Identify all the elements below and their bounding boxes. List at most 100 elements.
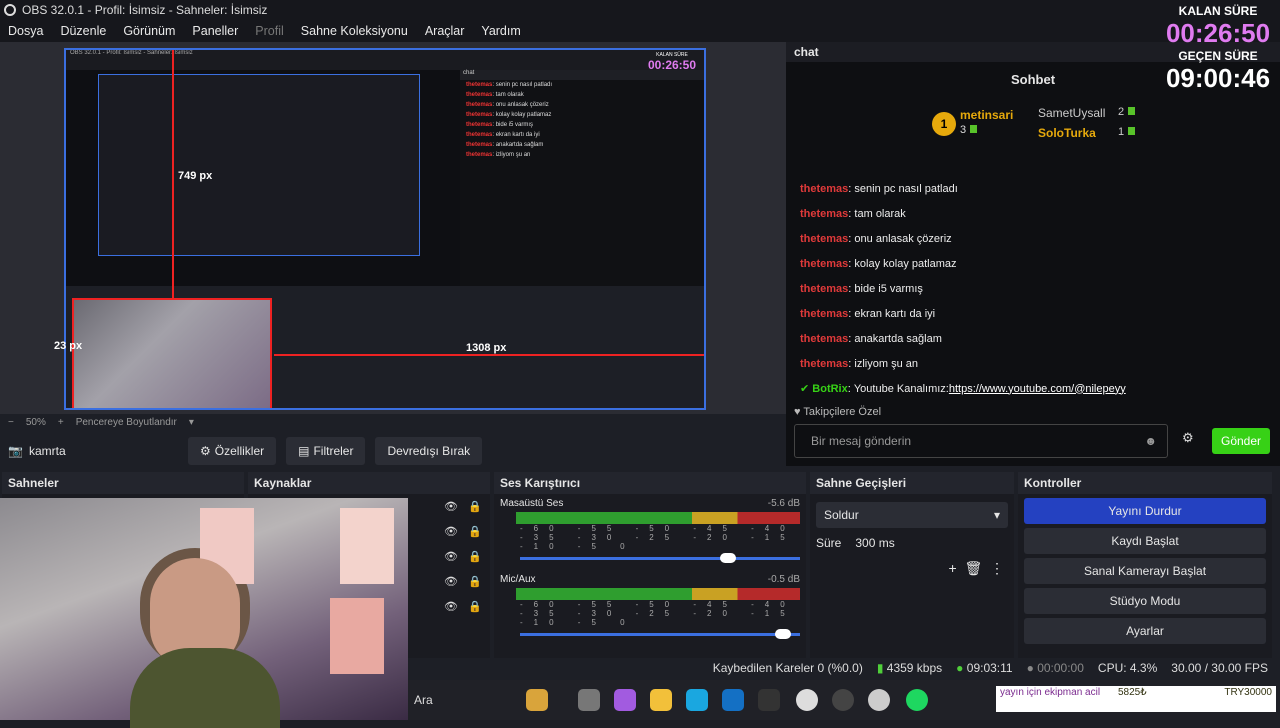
dropped-frames: Kaybedilen Kareler 0 (%0.0) — [712, 661, 863, 675]
eye-icon[interactable]: 👁 — [444, 600, 458, 625]
lock-icon[interactable]: 🔒 — [468, 500, 482, 525]
menu-item-gorunum[interactable]: Görünüm — [123, 24, 175, 38]
bot-message: ✔ BotRix: Youtube Kanalımız: https://www… — [800, 382, 1126, 396]
menu-bar: Dosya Düzenle Görünüm Paneller Profil Sa… — [0, 20, 1280, 42]
outlook-icon[interactable] — [722, 689, 744, 711]
lock-icon[interactable]: 🔒 — [468, 525, 482, 550]
stream-time: ● 09:03:11 — [956, 661, 1013, 675]
menu-item-sahne-koleksiyonu[interactable]: Sahne Koleksiyonu — [301, 24, 408, 38]
properties-button[interactable]: ⚙ Özellikler — [188, 437, 277, 465]
preview-area[interactable]: OBS 32.0.1 - Profil: İsimsiz - Sahneler:… — [0, 42, 786, 414]
emoji-icon[interactable]: ☻ — [1144, 434, 1157, 448]
leader-count: 3 — [960, 124, 978, 136]
list-item: thetemas: senin pc nasıl patladı — [800, 182, 958, 195]
store-icon[interactable] — [758, 689, 780, 711]
third-name: SoloTurka — [1038, 126, 1096, 140]
list-item: thetemas: tam olarak — [800, 207, 906, 220]
chrome-icon[interactable] — [796, 689, 818, 711]
transition-tools: + 🗑 ⋮ — [948, 560, 1004, 577]
leader-name: metinsari — [960, 108, 1014, 122]
menu-item-profil[interactable]: Profil — [255, 24, 283, 38]
eye-icon[interactable]: 👁 — [444, 525, 458, 550]
remaining-time: 00:26:50 — [1165, 18, 1271, 48]
zoom-minus-icon[interactable]: − — [8, 417, 14, 428]
menu-item-dosya[interactable]: Dosya — [8, 24, 43, 38]
fit-window-label[interactable]: Pencereye Boyutlandır — [76, 417, 177, 428]
preview-canvas[interactable]: OBS 32.0.1 - Profil: İsimsiz - Sahneler:… — [64, 48, 706, 410]
add-icon[interactable]: + — [948, 560, 956, 576]
measure-left: 23 px — [54, 340, 83, 352]
menu-item-araclar[interactable]: Araçlar — [425, 24, 465, 38]
virtual-camera-button[interactable]: Sanal Kamerayı Başlat — [1024, 558, 1266, 584]
more-icon[interactable]: ⋮ — [990, 560, 1004, 576]
chevron-down-icon[interactable]: ▾ — [189, 417, 194, 428]
settings-button[interactable]: Ayarlar — [1024, 618, 1266, 644]
disable-button[interactable]: Devredışı Bırak — [375, 437, 483, 465]
source-name: 📷 kamrta — [8, 444, 66, 458]
mixer-channel-mic: Mic/Aux -0.5 dB -60 -55 -50 -45 -40 -35 -… — [494, 570, 806, 640]
chrome-icon[interactable] — [868, 689, 890, 711]
app-icon[interactable] — [578, 689, 600, 711]
filters-button[interactable]: ▤ Filtreler — [286, 437, 366, 465]
filter-icon: ▤ — [298, 444, 310, 458]
nested-chat: chat thetemas: senin pc nasıl patladı th… — [460, 70, 704, 290]
studio-mode-button[interactable]: Stüdyo Modu — [1024, 588, 1266, 614]
list-item: thetemas: ekran kartı da iyi — [800, 307, 936, 320]
youtube-link[interactable]: https://www.youtube.com/@nilepeyy — [949, 383, 1126, 395]
stop-stream-button[interactable]: Yayını Durdur — [1024, 498, 1266, 524]
webcam-overlay — [0, 498, 408, 728]
lock-icon[interactable]: 🔒 — [468, 575, 482, 600]
volume-slider[interactable] — [520, 553, 800, 563]
taskbar-search[interactable]: Ara — [414, 693, 433, 707]
menu-item-duzenle[interactable]: Düzenle — [60, 24, 106, 38]
list-item: thetemas: bide i5 varmış — [800, 282, 923, 295]
folder-icon[interactable] — [650, 689, 672, 711]
gear-icon: ⚙ — [200, 444, 211, 458]
bitrate: ▮ 4359 kbps — [876, 661, 943, 675]
chat-input[interactable]: Bir mesaj gönderin ☻ — [794, 424, 1168, 458]
obs-icon[interactable] — [832, 689, 854, 711]
lock-icon[interactable]: 🔒 — [468, 600, 482, 625]
mixer-channel-desktop: Masaüstü Ses -5.6 dB -60 -55 -50 -45 -40 … — [494, 494, 806, 564]
selected-webcam-source[interactable] — [72, 298, 272, 408]
list-item: thetemas: onu anlasak çözeriz — [800, 232, 952, 245]
nested-menu — [66, 60, 704, 70]
app-icon[interactable] — [614, 689, 636, 711]
rank-one-badge: 1 — [932, 112, 956, 136]
list-item: thetemas: izliyom şu an — [800, 357, 918, 370]
eye-icon[interactable]: 👁 — [444, 500, 458, 525]
list-item: thetemas: kolay kolay patlamaz — [800, 257, 957, 270]
elapsed-label: GEÇEN SÜRE — [1178, 49, 1258, 63]
stream-timer-overlay: KALAN SÜRE 00:26:50 GEÇEN SÜRE 09:00:46 — [1160, 4, 1276, 94]
eye-icon[interactable]: 👁 — [444, 550, 458, 575]
menu-item-paneller[interactable]: Paneller — [192, 24, 238, 38]
list-item: thetemas: anakartda sağlam — [800, 332, 942, 345]
zoom-plus-icon[interactable]: + — [58, 417, 64, 428]
title-bar: OBS 32.0.1 - Profil: İsimsiz - Sahneler:… — [0, 0, 1280, 20]
chevron-down-icon: ▾ — [993, 508, 1000, 522]
audio-meter — [516, 588, 800, 600]
audio-meter — [516, 512, 800, 524]
third-count: 1 — [1118, 126, 1136, 138]
trash-icon[interactable]: 🗑 — [964, 560, 982, 576]
eye-icon[interactable]: 👁 — [444, 575, 458, 600]
remaining-label: KALAN SÜRE — [1178, 4, 1258, 18]
start-record-button[interactable]: Kaydı Başlat — [1024, 528, 1266, 554]
chat-settings-icon[interactable]: ⚙ — [1182, 430, 1194, 446]
measure-right: 1308 px — [466, 342, 507, 354]
lock-icon[interactable]: 🔒 — [468, 550, 482, 575]
leaderboard: 1 metinsari 3 SametUysall 2 SoloTurka 1 — [932, 106, 1152, 146]
transition-select[interactable]: Soldur ▾ — [816, 502, 1008, 528]
app-icon[interactable] — [526, 689, 548, 711]
volume-slider[interactable] — [520, 629, 800, 639]
edge-icon[interactable] — [686, 689, 708, 711]
donation-ticker: yayın için ekipman acil 5825₺ TRY30000 — [996, 686, 1276, 712]
menu-item-yardim[interactable]: Yardım — [481, 24, 520, 38]
verified-icon: ✔ — [800, 383, 810, 395]
second-count: 2 — [1118, 106, 1136, 118]
send-button[interactable]: Gönder — [1212, 428, 1270, 454]
source-visibility-list: 👁 🔒 👁 🔒 👁 🔒 👁 🔒 👁 🔒 — [444, 500, 484, 625]
duration-input[interactable]: 300 ms — [855, 536, 894, 550]
fps: 30.00 / 30.00 FPS — [1171, 661, 1268, 675]
spotify-icon[interactable] — [906, 689, 928, 711]
